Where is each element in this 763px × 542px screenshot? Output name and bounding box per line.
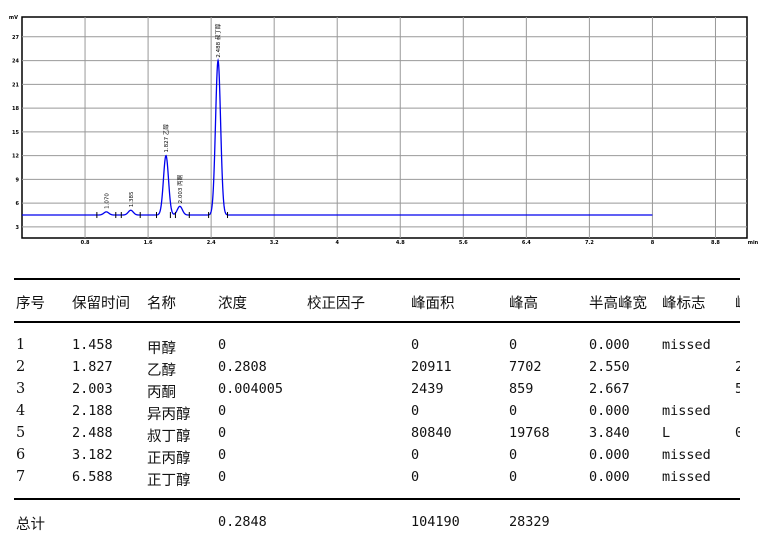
x-axis-unit: min — [748, 240, 759, 246]
table-cell: 0.000 — [589, 403, 630, 419]
total-height: 28329 — [509, 514, 550, 530]
row-index: 2 — [16, 359, 26, 375]
table-cell: 正丙醇 — [147, 451, 191, 467]
table-cell: 正丁醇 — [147, 473, 191, 489]
column-header: 半高峰宽 — [589, 296, 647, 312]
table-cell: missed — [662, 403, 711, 419]
table-cell: 0 — [411, 403, 420, 419]
table-cell: 2 — [735, 359, 740, 375]
table-cell: 乙醇 — [147, 363, 176, 379]
table-cell: 0 — [509, 469, 518, 485]
table-cell: 0 — [509, 337, 518, 353]
table-cell: missed — [662, 337, 711, 353]
row-index: 7 — [16, 469, 26, 485]
table-cell: 0 — [509, 447, 518, 463]
table-bottom-rule — [14, 498, 740, 500]
table-cell: 0.2808 — [218, 359, 267, 375]
table-cell: 6.588 — [72, 469, 113, 485]
table-cell: 0 — [218, 403, 227, 419]
table-cell: missed — [662, 447, 711, 463]
table-cell: 2.003 — [72, 381, 113, 397]
row-index: 4 — [16, 403, 26, 419]
table-cell: 0 — [218, 447, 227, 463]
total-concentration: 0.2848 — [218, 514, 267, 530]
total-label: 总计 — [16, 517, 45, 533]
table-cell: 2439 — [411, 381, 444, 397]
table-cell: 5 — [735, 381, 740, 397]
table-cell: 0.000 — [589, 469, 630, 485]
table-cell: 0 — [411, 337, 420, 353]
table-cell: 3.840 — [589, 425, 630, 441]
table-cell: 2.488 — [72, 425, 113, 441]
peak-table: 总计 0.2848 104190 28329 序号 保留时间 名称 浓度 校正因子 峰面积… — [0, 0, 740, 542]
column-header: 峰标志 — [662, 296, 706, 312]
table-cell: 3.182 — [72, 447, 113, 463]
column-header: 峰 — [735, 292, 740, 313]
column-header: 序号 — [16, 296, 45, 312]
table-cell: 0 — [218, 425, 227, 441]
total-area: 104190 — [411, 514, 460, 530]
table-cell: 0 — [411, 469, 420, 485]
table-cell: 2.667 — [589, 381, 630, 397]
table-cell: 0.004005 — [218, 381, 284, 397]
table-cell: 19768 — [509, 425, 550, 441]
column-header: 峰面积 — [411, 296, 455, 312]
row-index: 3 — [16, 381, 26, 397]
table-cell: 0 — [509, 403, 518, 419]
table-cell: 叔丁醇 — [147, 429, 191, 445]
table-header-rule — [14, 321, 740, 323]
table-cell: 0 — [411, 447, 420, 463]
table-cell: 80840 — [411, 425, 452, 441]
table-cell: 0 — [218, 469, 227, 485]
column-header: 浓度 — [218, 296, 247, 312]
table-cell: missed — [662, 469, 711, 485]
column-header: 校正因子 — [307, 296, 365, 312]
table-cell: 1.827 — [72, 359, 113, 375]
table-cell: 0.000 — [589, 447, 630, 463]
column-header: 名称 — [147, 296, 176, 312]
column-header: 保留时间 — [72, 296, 130, 312]
table-cell: 2.550 — [589, 359, 630, 375]
table-cell: 2.188 — [72, 403, 113, 419]
table-cell: 丙酮 — [147, 385, 176, 401]
table-cell: 甲醇 — [147, 341, 176, 357]
table-cell: 异丙醇 — [147, 407, 191, 423]
row-index: 1 — [16, 337, 26, 353]
column-header: 峰高 — [509, 296, 538, 312]
table-cell: 0 — [218, 337, 227, 353]
table-cell: 0 — [735, 425, 740, 441]
table-cell: 20911 — [411, 359, 452, 375]
table-cell: 7702 — [509, 359, 542, 375]
table-cell: 0.000 — [589, 337, 630, 353]
row-index: 5 — [16, 425, 26, 441]
table-cell: 1.458 — [72, 337, 113, 353]
row-index: 6 — [16, 447, 26, 463]
table-top-rule — [14, 278, 740, 280]
table-cell: 859 — [509, 381, 534, 397]
table-cell: L — [662, 425, 671, 441]
